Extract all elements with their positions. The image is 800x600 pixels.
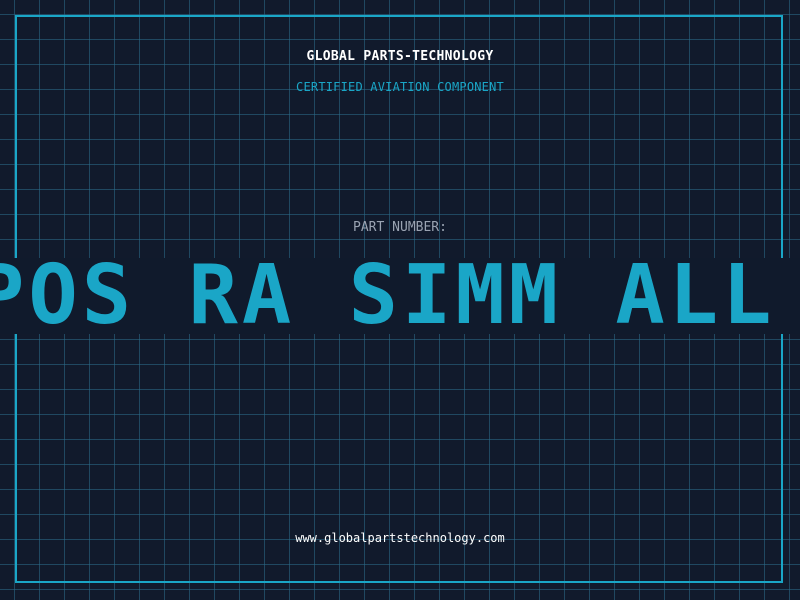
- part-number-value: POS RA SIMM ALL PLA: [0, 258, 800, 334]
- website-url: www.globalpartstechnology.com: [295, 531, 505, 545]
- part-number-label: PART NUMBER:: [353, 220, 447, 235]
- company-name: GLOBAL PARTS-TECHNOLOGY: [306, 49, 494, 64]
- tagline: CERTIFIED AVIATION COMPONENT: [296, 80, 504, 94]
- part-number-band: POS RA SIMM ALL PLA: [0, 258, 800, 334]
